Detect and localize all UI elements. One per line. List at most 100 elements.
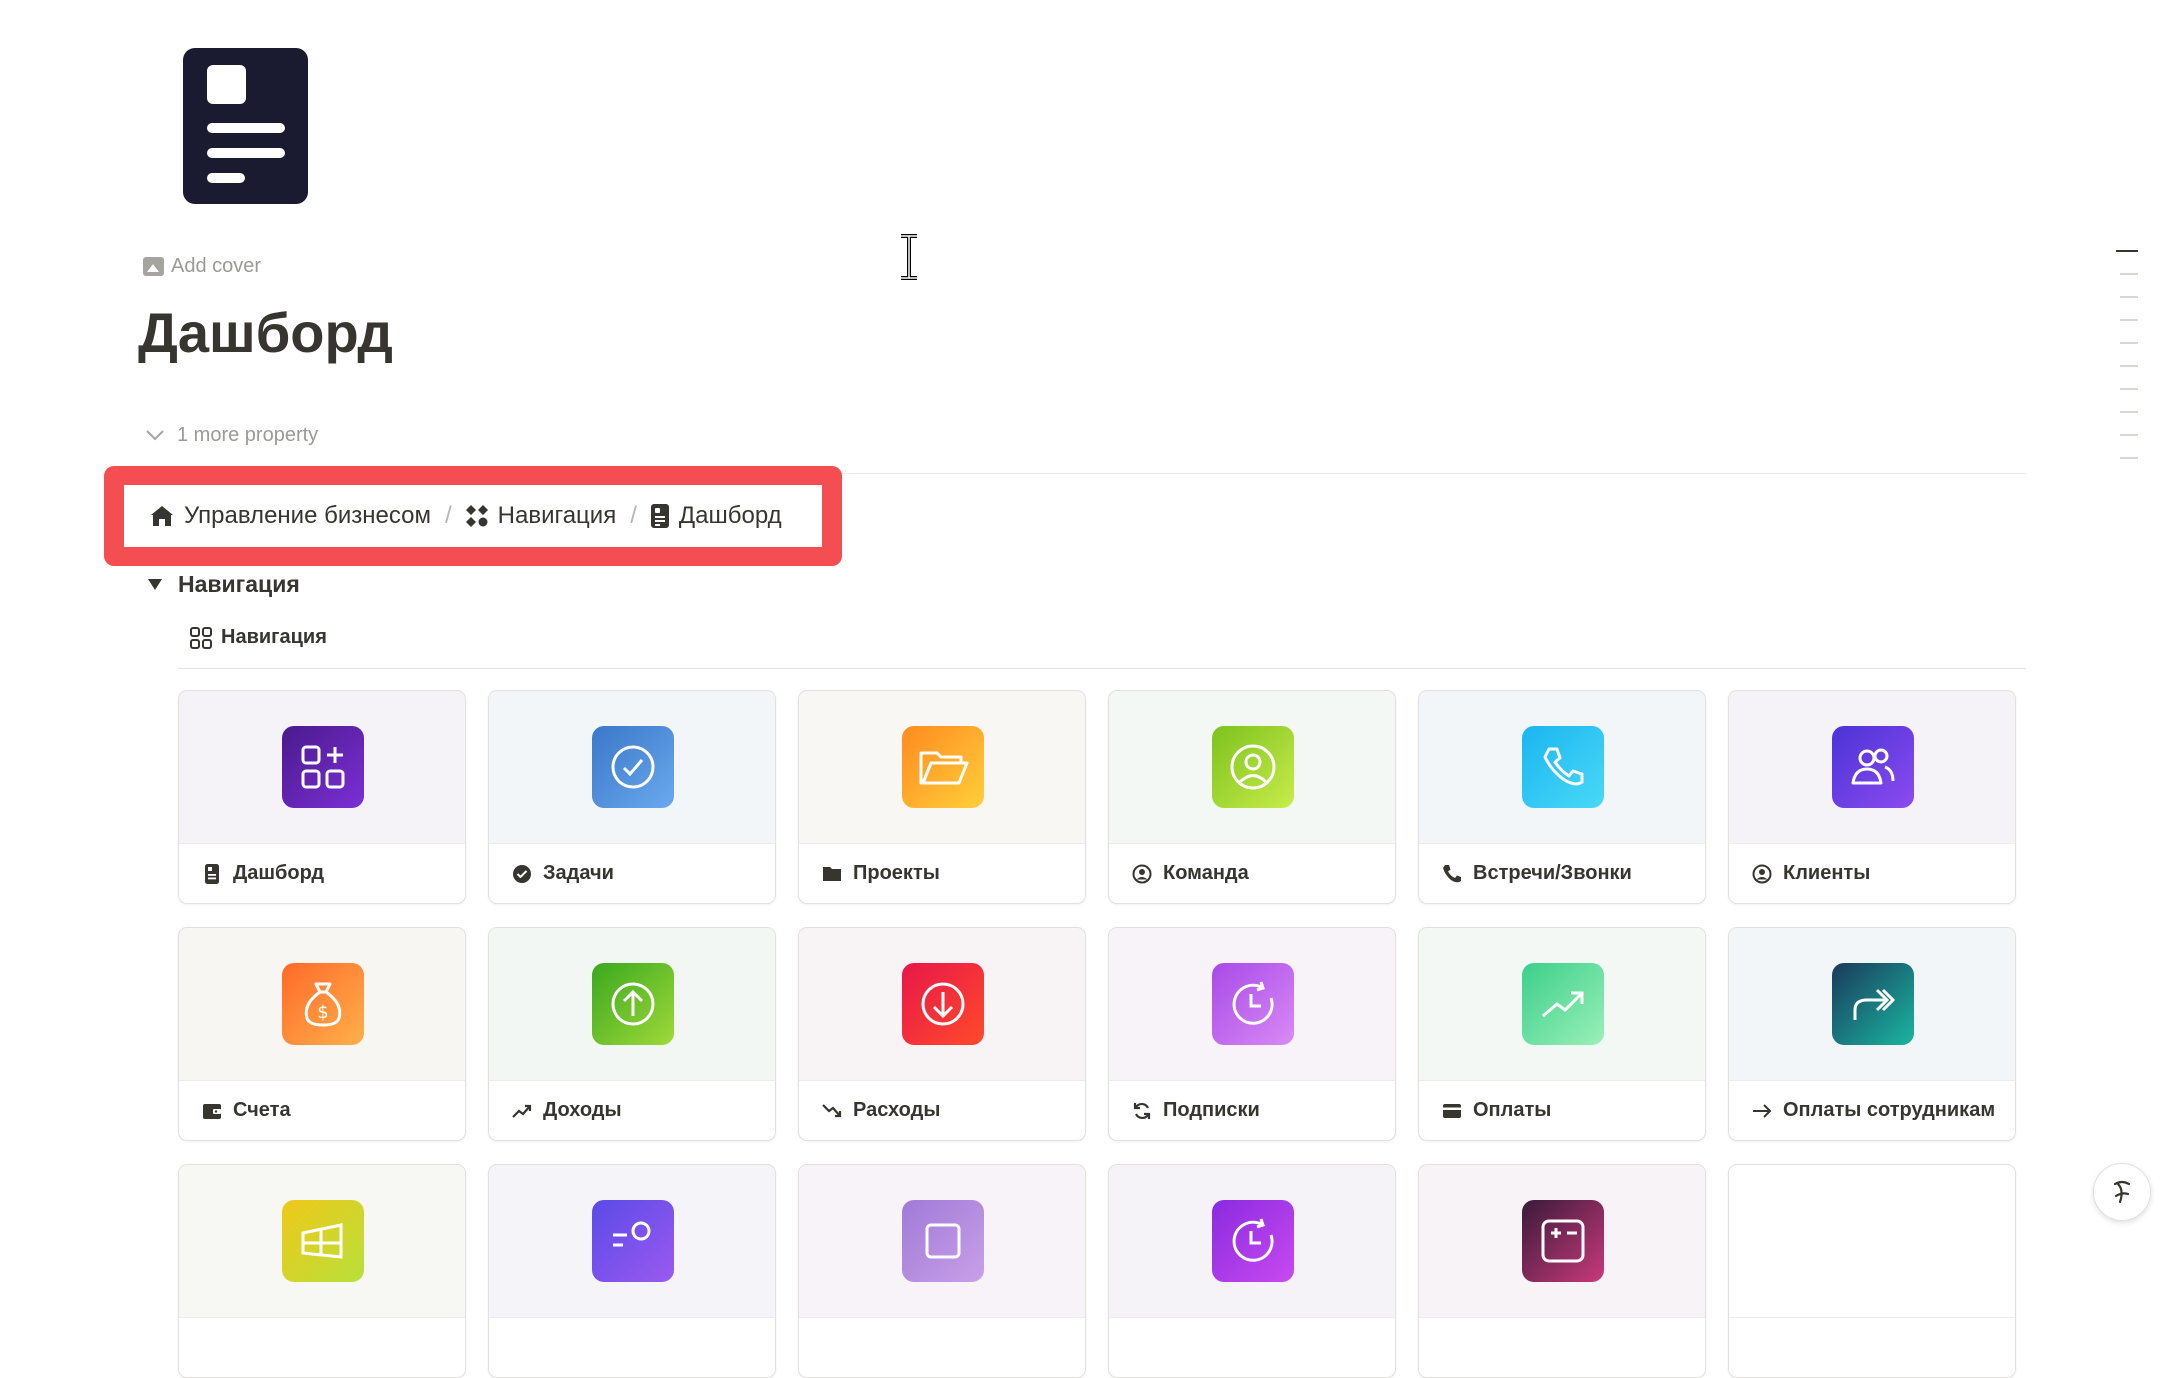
add-cover-button[interactable]: Add cover <box>143 251 261 281</box>
card-cover <box>799 928 1085 1080</box>
card-cover <box>1109 928 1395 1080</box>
card-icon <box>1442 1101 1462 1121</box>
refresh-icon <box>1132 1101 1152 1121</box>
card-cover <box>489 928 775 1080</box>
card-title-row: Дашборд <box>179 843 465 903</box>
breadcrumb-item-business[interactable]: Управление бизнесом <box>150 502 431 530</box>
user-search-icon <box>592 1200 674 1282</box>
more-property-toggle[interactable]: 1 more property <box>145 420 318 450</box>
card-label: Оплаты <box>1473 1099 1552 1121</box>
box-icon <box>902 1200 984 1282</box>
triangle-down-icon <box>148 579 162 590</box>
card-label: Расходы <box>853 1099 941 1121</box>
tab-label: Навигация <box>221 626 327 648</box>
clock-icon <box>1212 963 1294 1045</box>
card-title-row: Задачи <box>489 843 775 903</box>
grid-icon <box>465 505 488 527</box>
gallery-card[interactable]: Оплаты сотрудникам <box>1728 927 2016 1141</box>
card-label: Клиенты <box>1783 862 1871 884</box>
breadcrumb-separator: / <box>444 502 452 529</box>
card-title-row: Команда <box>1109 843 1395 903</box>
gallery-card[interactable] <box>1728 1164 2016 1378</box>
breadcrumb-separator: / <box>630 502 637 529</box>
card-cover <box>1729 691 2015 843</box>
card-cover <box>1729 928 2015 1080</box>
toggle-navigation[interactable]: Навигация <box>148 571 300 598</box>
card-cover <box>1729 1165 2015 1317</box>
users-icon <box>1832 726 1914 808</box>
more-property-label: 1 more property <box>177 423 319 446</box>
page-title[interactable]: Дашборд <box>138 300 393 365</box>
card-title-row <box>1419 1317 1705 1377</box>
gallery-card[interactable] <box>1418 1164 1706 1378</box>
page-icon-document[interactable] <box>183 48 308 204</box>
page-outline[interactable] <box>2116 250 2138 480</box>
card-cover <box>799 691 1085 843</box>
card-label: Доходы <box>543 1099 622 1121</box>
card-cover <box>489 691 775 843</box>
wallet-icon <box>202 1101 222 1121</box>
user-icon <box>1212 726 1294 808</box>
breadcrumb-label: Дашборд <box>678 502 782 529</box>
card-cover <box>179 1165 465 1317</box>
card-cover <box>489 1165 775 1317</box>
card-cover <box>799 1165 1085 1317</box>
trend-up-icon <box>512 1101 532 1121</box>
breadcrumb: Управление бизнесом / Навигация / Дашбор… <box>104 466 842 566</box>
arrow-up-circle-icon <box>592 963 674 1045</box>
gallery-card[interactable]: $ Счета <box>178 927 466 1141</box>
help-button[interactable] <box>2093 1163 2151 1221</box>
gallery-card[interactable] <box>488 1164 776 1378</box>
folder-icon <box>822 864 842 884</box>
gallery-card[interactable]: Подписки <box>1108 927 1396 1141</box>
divider <box>178 668 2026 669</box>
card-label: Подписки <box>1163 1099 1260 1121</box>
gallery-card[interactable] <box>1108 1164 1396 1378</box>
card-title-row: Встречи/Звонки <box>1419 843 1705 903</box>
text-cursor-icon <box>901 234 917 280</box>
gallery-card[interactable]: Задачи <box>488 690 776 904</box>
trend-up-icon <box>1522 963 1604 1045</box>
gallery-card[interactable]: Оплаты <box>1418 927 1706 1141</box>
card-title-row: Проекты <box>799 843 1085 903</box>
card-label: Счета <box>233 1099 291 1121</box>
gallery-card[interactable]: Проекты <box>798 690 1086 904</box>
card-title-row: Клиенты <box>1729 843 2015 903</box>
phone-icon <box>1442 864 1462 884</box>
user-circle-icon <box>1752 864 1772 884</box>
home-icon <box>151 506 173 526</box>
add-cover-label: Add cover <box>171 254 262 277</box>
document-icon <box>650 504 669 528</box>
gallery-card[interactable] <box>798 1164 1086 1378</box>
card-label: Дашборд <box>233 862 325 884</box>
card-title-row <box>489 1317 775 1377</box>
card-cover <box>1109 691 1395 843</box>
card-title-row: Счета <box>179 1080 465 1140</box>
gallery-card[interactable]: Расходы <box>798 927 1086 1141</box>
gallery-card[interactable] <box>178 1164 466 1378</box>
tab-gallery-view[interactable]: Навигация <box>190 626 327 649</box>
card-label: Команда <box>1163 862 1249 884</box>
calculator-icon <box>1522 1200 1604 1282</box>
card-title-row <box>179 1317 465 1377</box>
breadcrumb-item-dashboard[interactable]: Дашборд <box>650 502 782 530</box>
money-bag-icon: $ <box>282 963 364 1045</box>
breadcrumb-label: Навигация <box>497 502 617 529</box>
phone-icon <box>1522 726 1604 808</box>
image-icon <box>143 256 164 276</box>
gallery-card[interactable]: Клиенты <box>1728 690 2016 904</box>
card-label: Задачи <box>543 862 614 884</box>
window-icon <box>282 1200 364 1282</box>
forward-icon <box>1832 963 1914 1045</box>
gallery-card[interactable]: Команда <box>1108 690 1396 904</box>
gallery-card[interactable]: Доходы <box>488 927 776 1141</box>
document-icon <box>202 863 222 884</box>
svg-text:$: $ <box>317 1002 328 1023</box>
breadcrumb-item-navigation[interactable]: Навигация <box>465 502 617 530</box>
check-icon <box>592 726 674 808</box>
card-cover <box>1109 1165 1395 1317</box>
card-cover: $ <box>179 928 465 1080</box>
gallery-card[interactable]: Дашборд <box>178 690 466 904</box>
clock-icon <box>1212 1200 1294 1282</box>
gallery-card[interactable]: Встречи/Звонки <box>1418 690 1706 904</box>
